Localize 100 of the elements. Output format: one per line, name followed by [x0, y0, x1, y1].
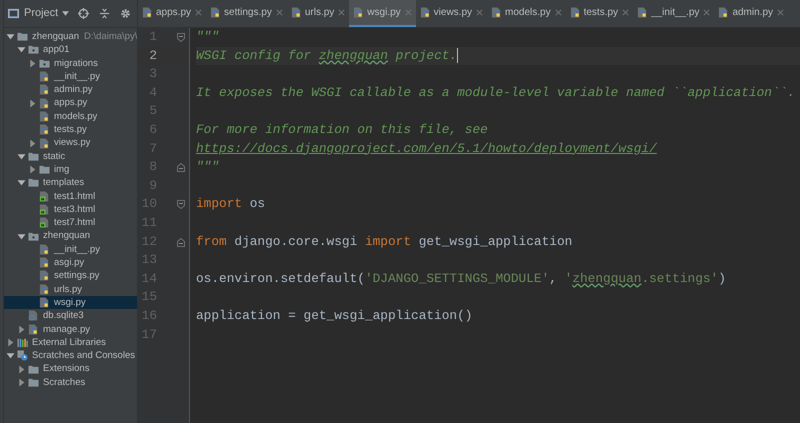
tree-item[interactable]: manage.py	[4, 322, 137, 336]
folder-icon	[39, 164, 50, 176]
folder-icon	[17, 31, 28, 42]
database-file-icon	[28, 310, 39, 322]
html-file-icon	[39, 217, 50, 228]
package-folder-icon	[28, 230, 39, 242]
tree-item[interactable]: Scratches and Consoles	[4, 349, 137, 362]
tree-item[interactable]: External Libraries	[4, 336, 137, 350]
tree-item[interactable]: wsgi.py	[4, 296, 137, 310]
editor-tab[interactable]: admin.py	[714, 0, 788, 27]
crosshair-icon[interactable]	[78, 8, 90, 19]
bar-chart-icon	[17, 336, 28, 348]
tree-item[interactable]: tests.py	[4, 123, 137, 136]
editor-tab[interactable]: __init__.py	[633, 0, 714, 27]
folder-icon	[28, 150, 39, 162]
code-line: application = get_wsgi_application()	[196, 308, 472, 323]
tree-item[interactable]: templates	[4, 176, 137, 190]
close-icon[interactable]	[777, 9, 784, 16]
expanded-arrow-icon	[17, 152, 26, 161]
python-file-icon	[39, 110, 50, 122]
line-number: 2	[149, 48, 157, 63]
close-icon[interactable]	[476, 9, 484, 16]
html-file-icon	[39, 190, 50, 202]
fold-end-icon[interactable]	[177, 238, 185, 247]
tree-item[interactable]: zhengquan D:\daima\py\	[4, 30, 137, 44]
code-line: WSGI config for zhengquan project.	[196, 48, 458, 63]
code-line: It exposes the WSGI callable as a module-level variable named ``application``.	[196, 84, 795, 100]
tree-item[interactable]: Scratches	[4, 376, 137, 390]
project-path: D:\daima\py\	[84, 30, 137, 44]
code-line: os.environ.setdefault('DJANGO_SETTINGS_MODULE', 'zhengquan.settings')	[196, 270, 726, 286]
tree-item[interactable]: test1.html	[4, 190, 137, 203]
tree-item[interactable]: migrations	[4, 56, 137, 70]
python-file-icon	[491, 7, 502, 18]
python-file-icon	[420, 7, 431, 18]
code-line: from django.core.wsgi import get_wsgi_application	[196, 234, 572, 249]
python-file-icon	[39, 284, 50, 295]
editor-tab[interactable]: tests.py	[566, 0, 634, 27]
python-file-icon	[28, 324, 39, 335]
tree-item[interactable]: admin.py	[4, 83, 137, 96]
close-icon[interactable]	[703, 9, 710, 16]
collapse-icon[interactable]	[99, 8, 110, 19]
close-icon[interactable]	[554, 9, 562, 16]
python-file-icon	[39, 270, 50, 282]
editor-tab[interactable]: settings.py	[206, 0, 287, 27]
code-line: For more information on this file, see	[196, 122, 488, 137]
editor-tab[interactable]: apps.py	[138, 0, 206, 27]
python-file-icon	[39, 244, 50, 255]
tree-item[interactable]: __init__.py	[4, 70, 137, 84]
close-icon[interactable]	[338, 9, 346, 16]
close-icon[interactable]	[276, 9, 283, 16]
fold-start-icon[interactable]	[177, 33, 185, 42]
tree-item[interactable]: views.py	[4, 136, 137, 150]
tree-item[interactable]: settings.py	[4, 269, 137, 283]
editor-tab[interactable]: models.py	[487, 0, 566, 27]
folder-icon	[28, 376, 39, 388]
tree-item[interactable]: db.sqlite3	[4, 309, 137, 323]
collapsed-arrow-icon	[28, 138, 37, 148]
close-icon[interactable]	[404, 9, 412, 16]
python-file-icon	[353, 7, 364, 18]
fold-start-icon[interactable]	[177, 200, 185, 210]
scratch-clock-icon	[17, 350, 28, 362]
collapsed-arrow-icon	[28, 98, 37, 108]
settings-icon[interactable]	[120, 8, 132, 19]
fold-end-icon[interactable]	[177, 163, 185, 172]
collapsed-arrow-icon	[28, 165, 37, 174]
close-icon[interactable]	[622, 9, 630, 16]
python-file-icon	[637, 7, 648, 18]
tree-item[interactable]: __init__.py	[4, 242, 137, 256]
tree-item[interactable]: models.py	[4, 110, 137, 124]
collapsed-arrow-icon	[28, 58, 37, 68]
editor-tab[interactable]: urls.py	[286, 0, 350, 27]
python-file-icon	[210, 7, 222, 18]
code-line: """	[196, 29, 220, 44]
python-file-icon	[39, 71, 50, 82]
expanded-arrow-icon	[6, 351, 15, 360]
tree-item[interactable]: apps.py	[4, 96, 137, 110]
tree-item[interactable]: asgi.py	[4, 256, 137, 270]
python-file-icon	[39, 124, 50, 136]
tree-item[interactable]: test3.html	[4, 202, 137, 216]
python-file-icon	[39, 98, 50, 109]
python-file-icon	[39, 257, 50, 268]
tree-item[interactable]: test7.html	[4, 216, 137, 230]
tree-item[interactable]: img	[4, 162, 137, 176]
python-file-icon	[142, 7, 153, 18]
editor-tab[interactable]: wsgi.py	[349, 0, 416, 27]
tree-item[interactable]: static	[4, 150, 137, 163]
folder-icon	[28, 364, 39, 375]
python-file-icon	[570, 7, 581, 18]
package-folder-icon	[39, 58, 50, 69]
project-view-dropdown[interactable]: Project	[8, 5, 70, 22]
expanded-arrow-icon	[17, 178, 26, 188]
close-icon[interactable]	[195, 9, 202, 16]
tree-item[interactable]: Extensions	[4, 362, 137, 376]
tree-item[interactable]: zhengquan	[4, 229, 137, 243]
python-file-icon	[39, 297, 50, 308]
code-line: import os	[196, 196, 266, 212]
tree-item[interactable]: urls.py	[4, 282, 137, 296]
python-file-icon	[718, 7, 730, 18]
tree-item[interactable]: app01	[4, 43, 137, 57]
editor-tab[interactable]: views.py	[416, 0, 488, 27]
